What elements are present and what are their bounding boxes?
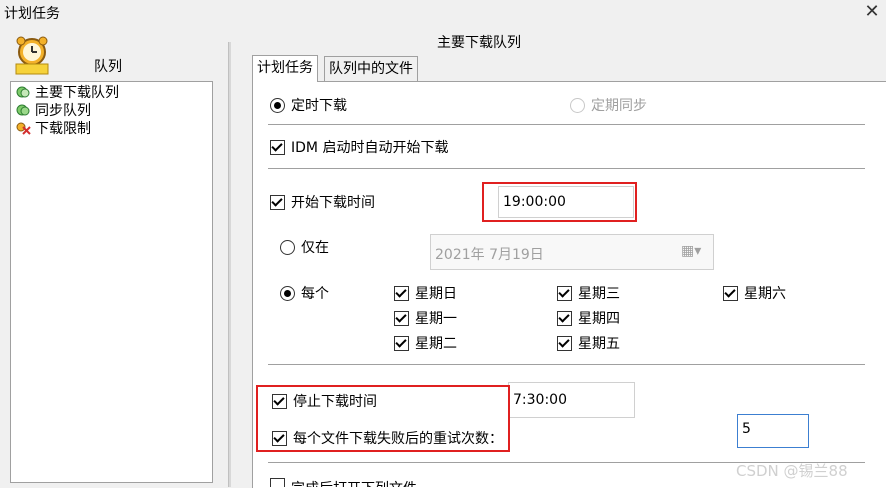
retry-count-input[interactable]: 5 bbox=[737, 414, 809, 448]
day-sunday[interactable]: 星期日 bbox=[394, 283, 457, 303]
scheduled-radio[interactable] bbox=[270, 97, 285, 113]
day-tuesday[interactable]: 星期二 bbox=[394, 333, 457, 353]
divider bbox=[268, 124, 865, 126]
divider bbox=[268, 364, 865, 366]
highlight-box bbox=[256, 385, 510, 452]
highlight-box bbox=[482, 182, 637, 222]
mode-scheduled[interactable]: 定时下载 bbox=[270, 95, 347, 115]
alarm-clock-icon bbox=[15, 36, 49, 75]
open-file-option[interactable]: 完成后打开下列文件 bbox=[270, 478, 417, 487]
tree-item-label: 下载限制 bbox=[35, 121, 91, 137]
once-option[interactable]: 仅在 bbox=[280, 237, 329, 257]
queue-icon bbox=[15, 85, 31, 99]
queue-tree[interactable]: 主要下载队列 同步队列 下载限制 bbox=[10, 81, 213, 483]
sunday-checkbox[interactable] bbox=[394, 285, 409, 301]
start-time-label: 开始下载时间 bbox=[291, 195, 375, 211]
scheduled-label: 定时下载 bbox=[291, 98, 347, 114]
open-file-label: 完成后打开下列文件 bbox=[291, 478, 417, 487]
idm-autostart-checkbox[interactable] bbox=[270, 139, 285, 155]
window-title: 计划任务 bbox=[4, 6, 60, 22]
mode-periodic[interactable]: 定期同步 bbox=[570, 95, 647, 115]
queue-header: 队列 bbox=[94, 59, 122, 75]
idm-autostart[interactable]: IDM 启动时自动开始下载 bbox=[270, 137, 448, 157]
wednesday-checkbox[interactable] bbox=[557, 285, 572, 301]
close-icon[interactable]: ✕ bbox=[858, 0, 886, 24]
day-saturday[interactable]: 星期六 bbox=[723, 283, 786, 303]
friday-checkbox[interactable] bbox=[557, 335, 572, 351]
start-time-checkbox[interactable] bbox=[270, 194, 285, 210]
thursday-checkbox[interactable] bbox=[557, 310, 572, 326]
day-friday[interactable]: 星期五 bbox=[557, 333, 620, 353]
day-monday[interactable]: 星期一 bbox=[394, 308, 457, 328]
every-radio[interactable] bbox=[280, 285, 295, 301]
calendar-dropdown-icon: ▦▾ bbox=[681, 243, 702, 259]
periodic-radio[interactable] bbox=[570, 97, 585, 113]
day-wednesday[interactable]: 星期三 bbox=[557, 283, 620, 303]
limit-icon bbox=[15, 121, 31, 135]
once-date-picker[interactable]: 2021年 7月19日 ▦▾ bbox=[430, 234, 714, 270]
tree-item-label: 主要下载队列 bbox=[35, 82, 119, 102]
once-label: 仅在 bbox=[301, 240, 329, 256]
every-label: 每个 bbox=[301, 286, 329, 302]
tab-queue-files[interactable]: 队列中的文件 bbox=[324, 56, 418, 81]
periodic-label: 定期同步 bbox=[591, 98, 647, 114]
start-time-option[interactable]: 开始下载时间 bbox=[270, 192, 375, 212]
day-thursday[interactable]: 星期四 bbox=[557, 308, 620, 328]
idm-autostart-label: IDM 启动时自动开始下载 bbox=[291, 140, 449, 156]
queue-title: 主要下载队列 bbox=[437, 35, 521, 51]
tree-item-label: 同步队列 bbox=[35, 103, 91, 119]
pane-splitter[interactable] bbox=[228, 42, 231, 487]
monday-checkbox[interactable] bbox=[394, 310, 409, 326]
sync-queue-icon bbox=[15, 103, 31, 117]
watermark: CSDN @锡兰88 bbox=[736, 462, 848, 480]
tree-item-download-limit[interactable]: 下载限制 bbox=[15, 119, 91, 137]
divider bbox=[268, 168, 865, 170]
tree-item-sync-queue[interactable]: 同步队列 bbox=[15, 101, 91, 119]
open-file-checkbox[interactable] bbox=[270, 478, 285, 487]
tree-item-main-queue[interactable]: 主要下载队列 bbox=[15, 82, 119, 102]
every-option[interactable]: 每个 bbox=[280, 283, 329, 303]
once-radio[interactable] bbox=[280, 239, 295, 255]
stop-time-input[interactable]: 7:30:00 bbox=[508, 382, 635, 418]
tuesday-checkbox[interactable] bbox=[394, 335, 409, 351]
tab-schedule[interactable]: 计划任务 bbox=[252, 55, 318, 82]
saturday-checkbox[interactable] bbox=[723, 285, 738, 301]
